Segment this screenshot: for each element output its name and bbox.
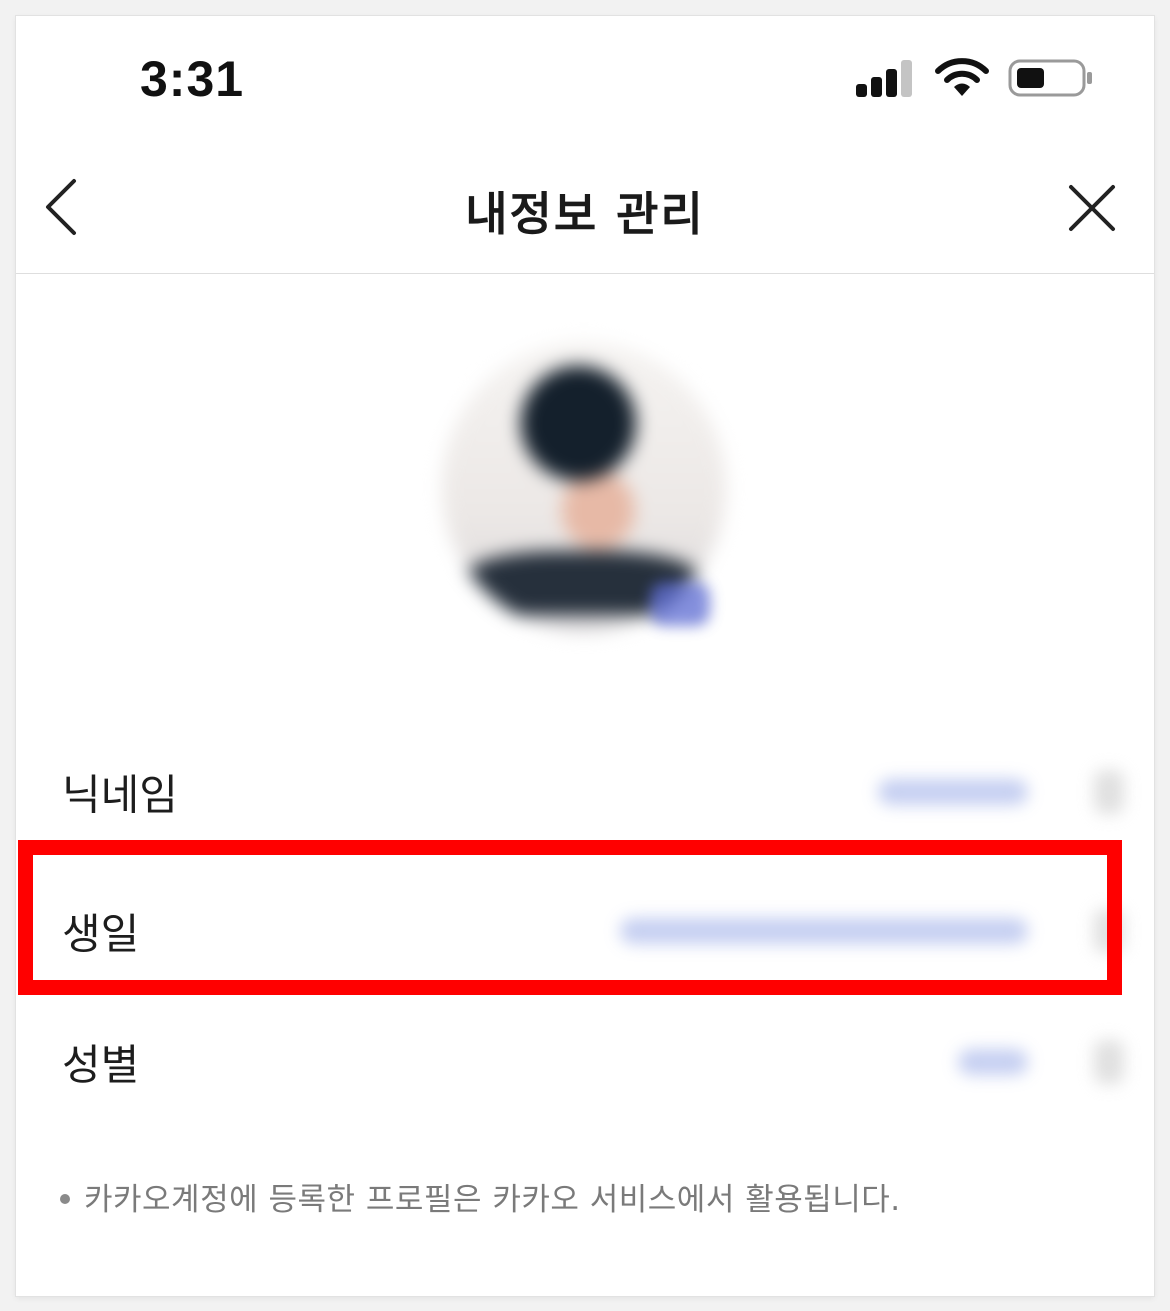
nickname-row[interactable]: 닉네임 [16,732,1154,852]
birthday-row[interactable]: 생일 [16,871,1154,991]
header-divider [16,273,1154,274]
gender-row[interactable]: 성별 [16,1002,1154,1122]
bullet-icon [60,1193,70,1204]
nickname-value-redacted [878,779,1028,805]
chevron-right-icon [1094,909,1124,953]
birthday-label: 생일 [62,909,140,959]
status-time: 3:31 [140,51,245,107]
footnote: 카카오계정에 등록한 프로필은 카카오 서비스에서 활용됩니다. [60,1174,901,1219]
chevron-right-icon [1094,770,1124,814]
wifi-icon [935,58,989,96]
chevron-right-icon [1094,1040,1124,1084]
close-icon [1069,185,1115,231]
footnote-text: 카카오계정에 등록한 프로필은 카카오 서비스에서 활용됩니다. [84,1182,901,1218]
birthday-value-redacted [620,918,1028,944]
phone-screen: 3:31 내정보 관리 닉네임 생일 성별 카카오계정에 등록한 프로필은 카카… [16,16,1154,1296]
close-button[interactable] [1056,172,1128,244]
signal-icon [856,60,912,97]
gender-value-redacted [958,1049,1028,1075]
page-title: 내정보 관리 [465,187,705,241]
camera-edit-icon[interactable] [650,582,710,626]
battery-icon [1008,59,1092,97]
gender-label: 성별 [62,1040,140,1090]
nickname-label: 닉네임 [62,770,178,820]
